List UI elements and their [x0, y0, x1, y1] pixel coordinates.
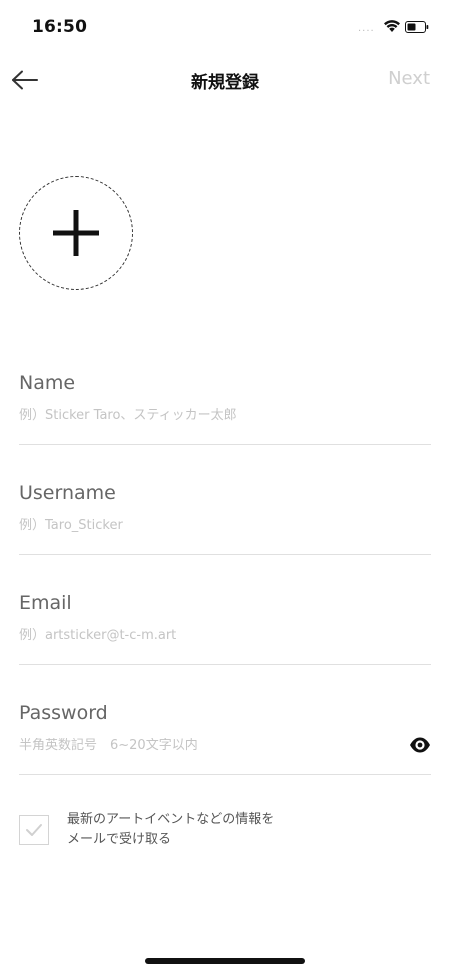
- battery-icon: [405, 21, 429, 33]
- newsletter-label-line2: メールで受け取る: [67, 832, 172, 847]
- eye-icon[interactable]: [409, 736, 431, 754]
- page-title: 新規登録: [191, 73, 259, 93]
- username-input[interactable]: [19, 518, 389, 533]
- status-bar: 16:50 ....: [0, 0, 450, 56]
- name-label: Name: [19, 372, 76, 394]
- username-field: Username: [19, 482, 431, 555]
- password-label: Password: [19, 702, 108, 724]
- newsletter-option: 最新のアートイベントなどの情報を メールで受け取る: [19, 812, 431, 856]
- avatar-upload-button[interactable]: [19, 176, 133, 290]
- plus-icon: [53, 210, 99, 256]
- email-input[interactable]: [19, 628, 389, 643]
- next-button[interactable]: Next: [388, 68, 430, 89]
- password-field: Password: [19, 702, 431, 775]
- username-label: Username: [19, 482, 116, 504]
- newsletter-label-line1: 最新のアートイベントなどの情報を: [67, 812, 275, 827]
- status-time: 16:50: [32, 17, 88, 37]
- signal-icon: ....: [358, 23, 375, 34]
- name-input[interactable]: [19, 408, 389, 423]
- password-input[interactable]: [19, 738, 389, 753]
- wifi-icon: [384, 20, 400, 32]
- email-field: Email: [19, 592, 431, 665]
- newsletter-checkbox[interactable]: [19, 815, 49, 845]
- newsletter-label: 最新のアートイベントなどの情報を メールで受け取る: [67, 810, 274, 850]
- home-indicator: [145, 958, 305, 964]
- nav-bar: 新規登録 Next: [0, 56, 450, 104]
- name-field: Name: [19, 372, 431, 445]
- checkmark-icon: [26, 824, 42, 836]
- email-label: Email: [19, 592, 72, 614]
